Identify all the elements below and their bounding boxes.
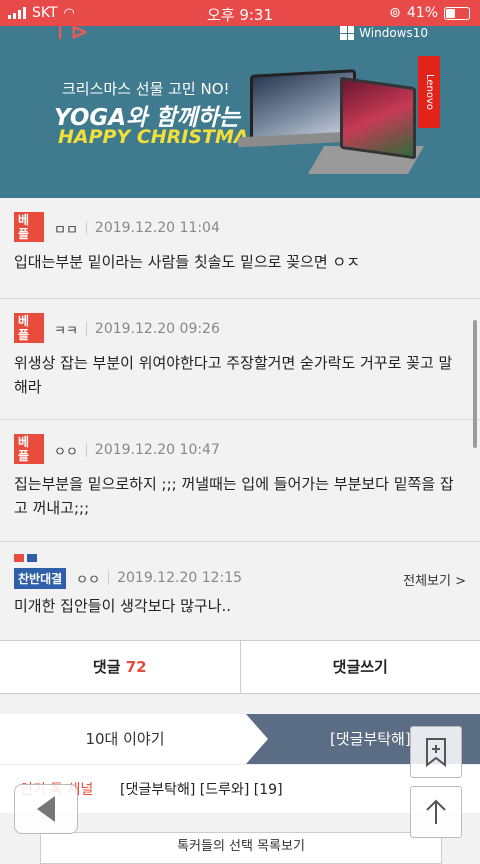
divider	[86, 322, 87, 336]
battery-icon	[444, 7, 470, 20]
comment-date: 2019.12.20 10:47	[95, 442, 220, 458]
status-right: ⊚ 41%	[389, 5, 470, 21]
scroll-top-button[interactable]	[410, 786, 462, 838]
comment-text: 집는부분을 밑으로하지 ;;; 꺼낼때는 입에 들어가는 부분보다 밑쪽을 잡고…	[14, 472, 466, 520]
bookmark-add-button[interactable]	[410, 726, 462, 778]
comment-count: 72	[126, 658, 147, 676]
windows-label: Windows10	[359, 26, 428, 40]
comment-meta: 찬반대결 ㅇㅇ 2019.12.20 12:15	[14, 558, 466, 586]
comment-nickname: ㅋㅋ	[54, 320, 78, 339]
comment-item[interactable]: 👍 베플 ㅇㅇ 2019.12.20 10:47 집는부분을 밑으로하지 ;;;…	[0, 420, 480, 542]
best-tag: 베플	[14, 313, 44, 343]
comment-text: 입대는부분 밑이라는 사람들 칫솔도 밑으로 꽂으면 ㅇㅈ	[14, 250, 466, 274]
best-tag: 베플	[14, 434, 44, 464]
best-badge: 👍 베플	[14, 436, 44, 464]
comment-nickname: ㅇㅇ	[76, 569, 100, 588]
arrow-up-icon	[424, 798, 448, 826]
comment-date: 2019.12.20 11:04	[95, 220, 220, 236]
comment-meta: 👍 베플 ㅇㅇ 2019.12.20 10:47	[14, 436, 466, 464]
comments-button[interactable]: 댓글 72	[0, 641, 241, 693]
divider	[86, 221, 87, 235]
comment-date: 2019.12.20 12:15	[117, 570, 242, 586]
comment-date: 2019.12.20 09:26	[95, 321, 220, 337]
ad-banner[interactable]: ⊤⊳ Windows10 크리스마스 선물 고민 NO! YOGA와 함께하는 …	[0, 26, 480, 198]
more-list-button[interactable]: 톡커들의 선택 목록보기	[40, 832, 442, 864]
divider	[108, 571, 109, 585]
channel-tabs: 10대 이야기 [댓글부탁해]	[0, 714, 480, 764]
versus-flags-icon	[14, 554, 37, 562]
bookmark-add-icon	[424, 737, 448, 767]
best-tag: 베플	[14, 212, 44, 242]
scrollbar[interactable]	[473, 320, 477, 448]
banner-line1: 크리스마스 선물 고민 NO!	[62, 78, 230, 99]
best-badge: 👍 베플	[14, 315, 44, 343]
lenovo-logo: Lenovo	[418, 56, 440, 128]
comments-label: 댓글	[93, 658, 121, 676]
comment-nickname: ㅁㅁ	[54, 219, 78, 238]
comment-text: 위생상 잡는 부분이 위여야한다고 주장할거면 숟가락도 거꾸로 꽂고 말해라	[14, 351, 466, 399]
comment-nickname: ㅇㅇ	[54, 441, 78, 460]
comment-meta: 👍 베플 ㅋㅋ 2019.12.20 09:26	[14, 315, 466, 343]
comment-item[interactable]: 👍 베플 ㅁㅁ 2019.12.20 11:04 입대는부분 밑이라는 사람들 …	[0, 198, 480, 299]
back-button[interactable]	[14, 784, 78, 834]
banner-line3: HAPPY CHRISTMAS	[58, 126, 262, 148]
divider	[86, 443, 87, 457]
view-all-link[interactable]: 전체보기 >	[403, 570, 466, 589]
laptop2-image	[340, 77, 416, 160]
rotation-lock-icon: ⊚	[389, 5, 401, 21]
write-comment-button[interactable]: 댓글쓰기	[241, 641, 480, 693]
best-badge: 👍 베플	[14, 214, 44, 242]
status-bar: SKT ◠ 오후 9:31 ⊚ 41%	[0, 0, 480, 26]
battery-percent: 41%	[407, 5, 438, 21]
comment-item[interactable]: 찬반대결 ㅇㅇ 2019.12.20 12:15 전체보기 > 미개한 집안들이…	[0, 542, 480, 641]
site-logo-icon: ⊤⊳	[50, 26, 89, 45]
comment-list: 👍 베플 ㅁㅁ 2019.12.20 11:04 입대는부분 밑이라는 사람들 …	[0, 198, 480, 641]
windows-badge: Windows10	[340, 26, 428, 40]
comment-text: 미개한 집안들이 생각보다 많구나..	[14, 594, 466, 618]
comment-item[interactable]: 👍 베플 ㅋㅋ 2019.12.20 09:26 위생상 잡는 부분이 위여야한…	[0, 299, 480, 420]
back-arrow-icon	[33, 794, 59, 824]
tab-teen-talk[interactable]: 10대 이야기	[0, 714, 250, 764]
popular-channel-links[interactable]: [댓글부탁해] [드루와] [19]	[120, 779, 283, 799]
windows-icon	[340, 26, 354, 40]
comment-actions: 댓글 72 댓글쓰기	[0, 640, 480, 694]
versus-tag: 찬반대결	[14, 568, 66, 589]
comment-meta: 👍 베플 ㅁㅁ 2019.12.20 11:04	[14, 214, 466, 242]
